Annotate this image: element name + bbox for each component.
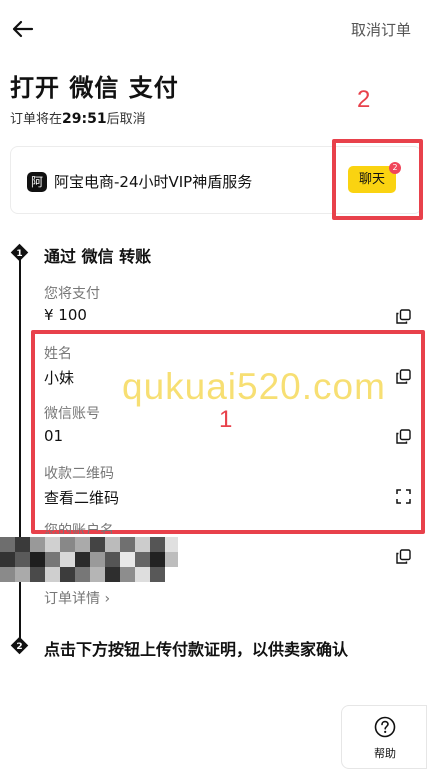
copy-account-name-icon[interactable] (396, 549, 411, 564)
step-1-diamond-icon: 1 (10, 243, 29, 262)
countdown-time: 29:51 (62, 111, 107, 127)
top-bar: 取消订单 (0, 0, 427, 58)
copy-account-icon[interactable] (396, 429, 411, 444)
help-label: 帮助 (374, 747, 396, 760)
question-mark-icon (374, 716, 396, 738)
amount-label: 您将支付 (44, 286, 100, 302)
copy-name-icon[interactable] (396, 369, 411, 384)
countdown-prefix: 订单将在 (10, 112, 63, 127)
countdown-suffix: 后取消 (106, 112, 146, 127)
countdown-text: 订单将在29:51后取消 (10, 108, 146, 127)
expand-qr-icon[interactable] (396, 489, 411, 504)
order-details-link[interactable]: 订单详情 › (44, 588, 110, 608)
step-2-number: 2 (16, 642, 22, 652)
account-name-label: 您的账户名 (44, 523, 114, 534)
step-1-number: 1 (16, 249, 22, 259)
qr-code-label: 收款二维码 (44, 466, 114, 482)
step-2-label: 点击下方按钮上传付款证明，以供卖家确认 (44, 640, 349, 659)
cancel-order-button[interactable]: 取消订单 (351, 19, 411, 40)
step-2-diamond-icon: 2 (10, 636, 29, 655)
wechat-account-value: 01 (44, 427, 64, 445)
name-value: 小妹 (44, 369, 75, 387)
step-timeline (19, 253, 21, 645)
view-qr-code-link[interactable]: 查看二维码 (44, 487, 119, 508)
seller-name: 阿宝电商-24小时VIP神盾服务 (54, 173, 253, 191)
help-button[interactable]: 帮助 (341, 705, 427, 769)
chat-unread-badge: 2 (389, 162, 401, 174)
annotation-label-1: 1 (219, 406, 233, 433)
redacted-mosaic (0, 537, 178, 582)
back-arrow-icon[interactable] (10, 16, 36, 42)
seller-badge-icon: 阿 (27, 172, 47, 192)
page-title: 打开 微信 支付 (10, 74, 179, 102)
name-label: 姓名 (44, 346, 72, 362)
annotation-label-2: 2 (357, 86, 371, 113)
step-1-label: 通过 微信 转账 (44, 247, 152, 266)
copy-amount-icon[interactable] (396, 309, 411, 324)
amount-value: ¥ 100 (44, 306, 87, 324)
wechat-account-label: 微信账号 (44, 406, 100, 422)
